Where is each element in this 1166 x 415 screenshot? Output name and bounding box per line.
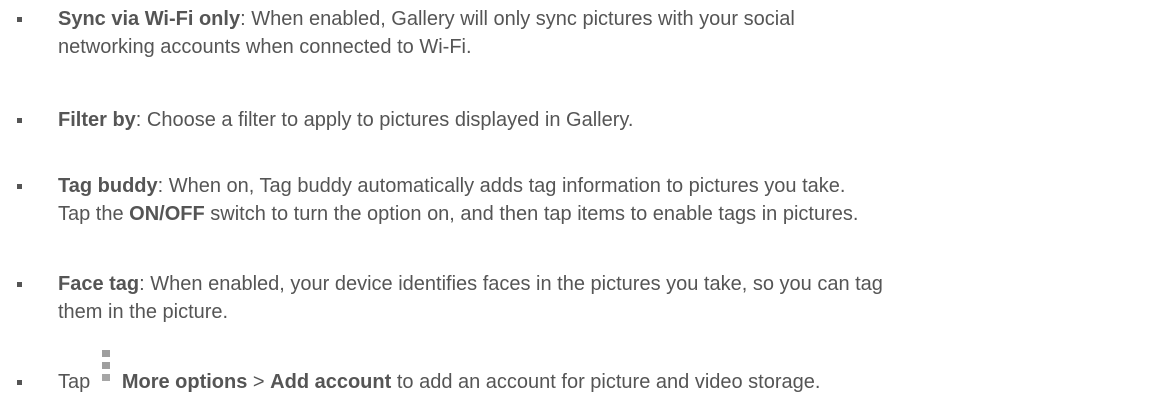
text-line: Tap the ON/OFF switch to turn the option… (58, 200, 1138, 228)
description-text: : When on, Tag buddy automatically adds … (157, 175, 846, 197)
text-line: Sync via Wi-Fi only: When enabled, Galle… (58, 5, 1138, 33)
list-item-text: Tag buddy: When on, Tag buddy automatica… (58, 172, 1138, 228)
text-line: Filter by: Choose a filter to apply to p… (58, 106, 1138, 134)
separator-text: > (247, 371, 271, 393)
bullet-icon (17, 118, 22, 123)
term-label: Face tag (58, 273, 140, 295)
list-item-text: Sync via Wi-Fi only: When enabled, Galle… (58, 5, 1138, 61)
add-account-label: Add account (270, 371, 392, 393)
text-line: Face tag: When enabled, your device iden… (58, 270, 1138, 298)
description-continuation: them in the picture. (58, 301, 229, 323)
text-line: Tag buddy: When on, Tag buddy automatica… (58, 172, 1138, 200)
on-off-label: ON/OFF (129, 203, 205, 225)
bullet-icon (17, 17, 22, 22)
text-line: Tap More options > Add account to add an… (58, 350, 1138, 396)
more-options-label: More options (121, 371, 248, 393)
more-options-icon (101, 350, 114, 396)
bullet-icon (17, 282, 22, 287)
list-item-text: Filter by: Choose a filter to apply to p… (58, 106, 1138, 134)
description-text: to add an account for picture and video … (391, 371, 821, 393)
description-text: Tap the (58, 203, 130, 225)
bullet-icon (17, 184, 22, 189)
list-item-text: Face tag: When enabled, your device iden… (58, 270, 1138, 326)
description-text: : When enabled, your device identifies f… (139, 273, 883, 295)
term-label: Sync via Wi-Fi only (58, 8, 241, 30)
bullet-icon (17, 380, 22, 385)
list-item-text: Tap More options > Add account to add an… (58, 350, 1138, 396)
term-label: Tag buddy (58, 175, 158, 197)
description-continuation: networking accounts when connected to Wi… (58, 36, 472, 58)
description-text: : When enabled, Gallery will only sync p… (240, 8, 795, 30)
term-label: Filter by (58, 109, 136, 131)
description-text: Tap (58, 371, 96, 393)
description-text: : Choose a filter to apply to pictures d… (135, 109, 634, 131)
description-text: switch to turn the option on, and then t… (204, 203, 859, 225)
